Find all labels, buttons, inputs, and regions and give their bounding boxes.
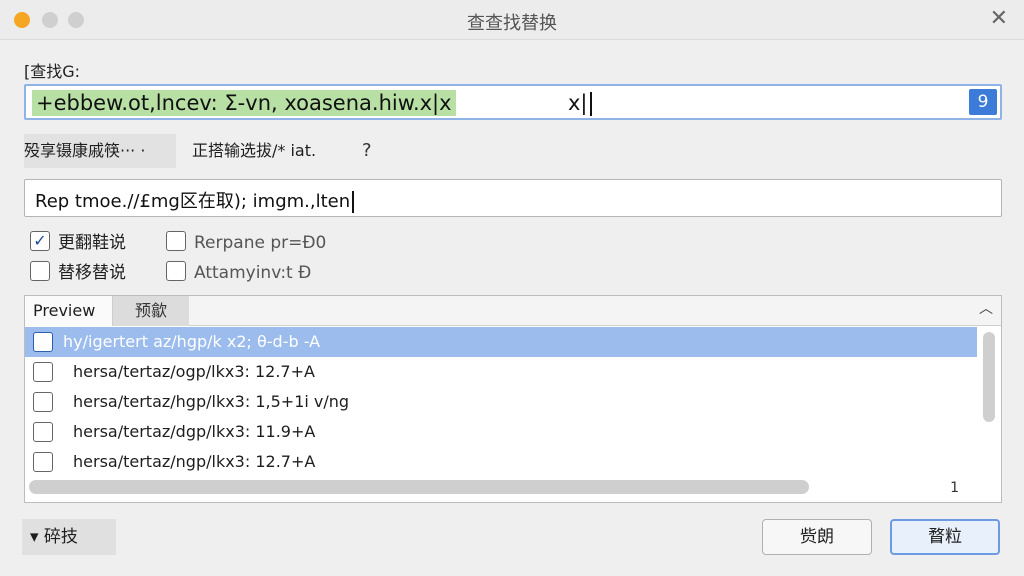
find-label: [查找G:: [24, 62, 81, 81]
checkbox-unchecked-icon[interactable]: [33, 332, 53, 352]
tab-preview-alt[interactable]: 预歙: [113, 296, 189, 326]
find-input[interactable]: +ebbew.ot,lncev: Σ-vn, xoasena.hiw.x|x x…: [24, 84, 1002, 120]
checkbox-unchecked-icon[interactable]: [33, 452, 53, 472]
text-caret: [589, 92, 592, 116]
preview-panel: Preview 预歙 ︿ hy/igertert az/hgp/k x2; θ-…: [24, 295, 1002, 503]
list-item-text: hersa/tertaz/ogp/lkx3: 12.7+A: [73, 362, 315, 381]
checkbox-option-1[interactable]: ✓ 更翻鞋说: [30, 231, 126, 255]
tab-preview[interactable]: Preview: [25, 296, 113, 326]
close-icon[interactable]: ✕: [990, 6, 1008, 32]
list-item[interactable]: hy/igertert az/hgp/k x2; θ-d-b -A: [25, 327, 977, 357]
list-item[interactable]: hersa/tertaz/ogp/lkx3: 12.7+A: [25, 357, 977, 387]
secondary-button[interactable]: 赀朗: [762, 519, 872, 555]
preview-tabs: Preview 预歙 ︿: [25, 296, 1001, 326]
replace-input-value: Rep tmoe.//£mg区在取); imgm.,lten: [35, 187, 355, 213]
primary-button[interactable]: 瞀粒: [890, 519, 1000, 555]
search-options-row: 殁享镊康戚筷··· · 正搭输选拔/* iat. ?: [24, 134, 624, 168]
checkbox-unchecked-icon[interactable]: [33, 362, 53, 382]
list-item-text: hersa/tertaz/hgp/lkx3: 1,5+1i v/ng: [73, 392, 350, 411]
list-item-text: hersa/tertaz/ngp/lkx3: 12.7+A: [73, 452, 316, 471]
checkbox-label: 替移替说: [58, 263, 126, 283]
list-item[interactable]: hersa/tertaz/hgp/lkx3: 1,5+1i v/ng: [25, 387, 977, 417]
text-caret: [352, 191, 355, 213]
regex-option-label: 正搭输选拔/* iat.: [192, 141, 317, 160]
title-bar: 查查找替换 ✕: [0, 0, 1024, 40]
find-replace-window: 查查找替换 ✕ [查找G: +ebbew.ot,lncev: Σ-vn, xoa…: [0, 0, 1024, 576]
checkbox-option-2[interactable]: Rerpane pr=Ð0: [166, 231, 326, 255]
checkbox-label: Attamyinv:t Ð: [194, 263, 312, 283]
vertical-scrollbar[interactable]: [983, 332, 995, 422]
find-match-highlight: +ebbew.ot,lncev: Σ-vn, xoasena.hiw.x|x: [32, 90, 456, 116]
checkbox-unchecked-icon[interactable]: [33, 422, 53, 442]
list-item-text: hy/igertert az/hgp/k x2; θ-d-b -A: [63, 332, 321, 351]
checkbox-unchecked-icon[interactable]: [33, 392, 53, 412]
checkbox-checked-icon[interactable]: ✓: [30, 231, 50, 251]
find-rest-text: x|: [568, 91, 588, 115]
checkbox-unchecked-icon[interactable]: [30, 261, 50, 281]
chevron-up-icon[interactable]: ︿: [979, 298, 993, 318]
scroll-position-indicator: 1: [950, 480, 959, 496]
replace-input[interactable]: Rep tmoe.//£mg区在取); imgm.,lten: [24, 179, 1002, 217]
checkbox-label: 更翻鞋说: [58, 233, 126, 253]
list-item[interactable]: hersa/tertaz/ngp/lkx3: 12.7+A: [25, 447, 977, 477]
find-input-rest: x|: [568, 90, 592, 116]
checkbox-label: Rerpane pr=Ð0: [194, 233, 327, 253]
window-title: 查查找替换: [467, 13, 557, 34]
help-icon[interactable]: ?: [362, 134, 372, 168]
checkbox-option-4[interactable]: Attamyinv:t Ð: [166, 261, 311, 285]
checkbox-unchecked-icon[interactable]: [166, 261, 186, 281]
horizontal-scrollbar[interactable]: [29, 480, 809, 494]
preview-list: hy/igertert az/hgp/k x2; θ-d-b -A hersa/…: [25, 327, 977, 477]
list-item-text: hersa/tertaz/dgp/lkx3: 11.9+A: [73, 422, 316, 441]
details-toggle-button[interactable]: ▾ 碎技: [22, 519, 116, 555]
list-item[interactable]: hersa/tertaz/dgp/lkx3: 11.9+A: [25, 417, 977, 447]
checkbox-option-3[interactable]: 替移替说: [30, 261, 126, 285]
replace-value-text: Rep tmoe.//£mg区在取); imgm.,lten: [35, 191, 351, 212]
checkbox-unchecked-icon[interactable]: [166, 231, 186, 251]
search-icon[interactable]: 9: [969, 89, 997, 115]
search-mode-dropdown[interactable]: 殁享镊康戚筷··· ·: [24, 134, 176, 168]
